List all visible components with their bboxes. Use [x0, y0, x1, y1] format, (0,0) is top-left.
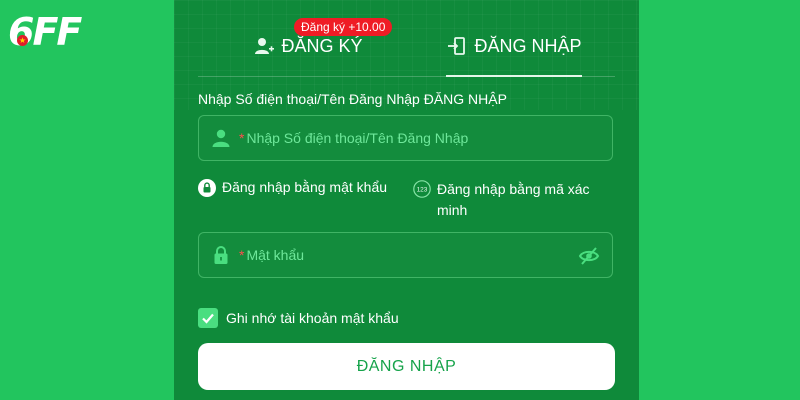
- remember-credentials[interactable]: Ghi nhớ tài khoản mật khẩu: [198, 308, 399, 328]
- auth-tabs: ĐĂNG KÝ Đăng ký +10.00 ĐĂNG NHẬP: [198, 16, 615, 77]
- required-mark: *: [239, 130, 245, 146]
- code-icon-text: 123: [417, 187, 428, 194]
- login-by-password-option[interactable]: Đăng nhập bằng mật khẩu: [198, 179, 387, 197]
- code-123-icon: 123: [413, 180, 431, 198]
- password-input[interactable]: * Mật khẩu: [198, 232, 613, 278]
- required-mark: *: [239, 247, 245, 263]
- login-by-password-label: Đăng nhập bằng mật khẩu: [222, 179, 388, 195]
- lock-icon: [211, 245, 231, 265]
- tab-register-label: ĐĂNG KÝ: [281, 35, 363, 56]
- active-tab-indicator: [446, 75, 582, 77]
- eye-hidden-icon[interactable]: [578, 245, 600, 267]
- lock-circle-icon: [198, 179, 216, 197]
- username-input[interactable]: * Nhập Số điện thoại/Tên Đăng Nhập: [198, 115, 613, 161]
- tab-login-label: ĐĂNG NHẬP: [474, 35, 582, 56]
- login-by-code-label: Đăng nhập bằng mã xác minh: [437, 181, 590, 218]
- register-bonus-badge: Đăng ký +10.00: [294, 18, 393, 36]
- vietnam-flag-icon: ★: [17, 35, 28, 46]
- login-door-icon: [446, 35, 468, 57]
- login-by-code-option[interactable]: 123 Đăng nhập bằng mã xác minh: [413, 179, 613, 221]
- form-label: Nhập Số điện thoại/Tên Đăng Nhập ĐĂNG NH…: [198, 91, 507, 107]
- login-panel: ĐĂNG KÝ Đăng ký +10.00 ĐĂNG NHẬP Nhập Số…: [174, 0, 639, 400]
- brand-logo[interactable]: 6FF ★: [8, 10, 82, 54]
- username-placeholder: Nhập Số điện thoại/Tên Đăng Nhập: [246, 130, 469, 146]
- user-icon: [211, 128, 231, 148]
- tab-login[interactable]: ĐĂNG NHẬP: [446, 16, 582, 77]
- password-placeholder: Mật khẩu: [246, 247, 305, 263]
- login-submit-button[interactable]: ĐĂNG NHẬP: [198, 343, 615, 390]
- logo-text: 6FF: [8, 10, 82, 54]
- remember-label: Ghi nhớ tài khoản mật khẩu: [226, 310, 399, 326]
- check-icon: [202, 313, 214, 324]
- remember-checkbox[interactable]: [198, 308, 218, 328]
- user-add-icon: [253, 35, 275, 57]
